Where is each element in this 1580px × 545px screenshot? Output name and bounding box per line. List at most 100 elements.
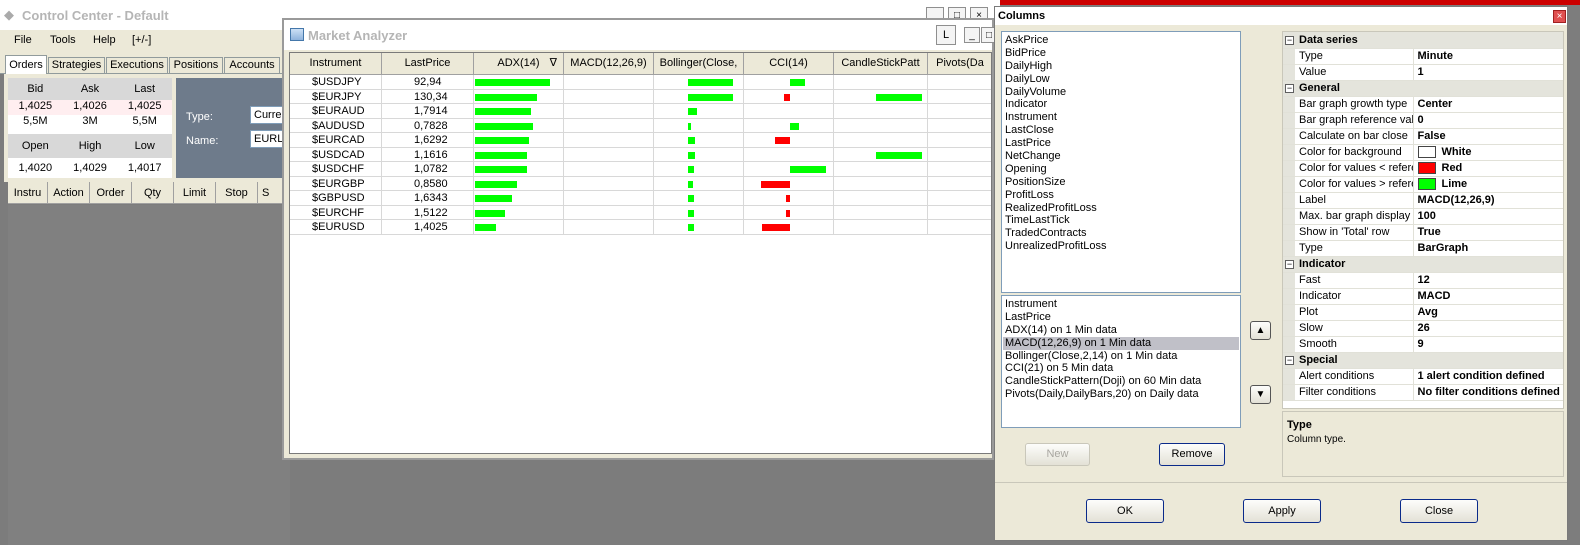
ma-minimize-button[interactable]: _ bbox=[964, 27, 980, 43]
tab-positions[interactable]: Positions bbox=[169, 57, 223, 74]
ma-header-col-cci[interactable]: CCI(14) bbox=[744, 53, 834, 75]
col-instrument[interactable]: Instru bbox=[8, 182, 48, 203]
columns-close-button[interactable]: × bbox=[1553, 10, 1566, 23]
property-value[interactable]: No filter conditions defined bbox=[1413, 384, 1563, 401]
ma-row[interactable]: $USDCAD 1,1616 bbox=[290, 147, 991, 162]
menu-file[interactable]: File bbox=[14, 34, 32, 46]
property-row[interactable]: Color for background White bbox=[1283, 144, 1563, 161]
columns-titlebar[interactable]: Columns × bbox=[995, 7, 1567, 25]
available-column-item[interactable]: TimeLastTick bbox=[1005, 214, 1237, 227]
property-row[interactable]: Color for values < referer Red bbox=[1283, 160, 1563, 177]
property-value[interactable]: Avg bbox=[1413, 304, 1563, 321]
property-row[interactable]: Color for values > referer Lime bbox=[1283, 176, 1563, 193]
selected-column-item[interactable]: Bollinger(Close,2,14) on 1 Min data bbox=[1003, 350, 1239, 363]
tab-strategies[interactable]: Strategies bbox=[48, 57, 105, 74]
ma-header-col-bollinger[interactable]: Bollinger(Close, bbox=[654, 53, 744, 75]
tab-orders[interactable]: Orders bbox=[5, 55, 47, 75]
ma-titlebar[interactable]: Market Analyzer L _ □ × bbox=[284, 20, 1014, 50]
available-column-item[interactable]: LastPrice bbox=[1005, 137, 1237, 150]
property-row[interactable]: Slow 26 bbox=[1283, 320, 1563, 337]
property-value[interactable]: 100 bbox=[1413, 208, 1563, 225]
available-column-item[interactable]: ProfitLoss bbox=[1005, 189, 1237, 202]
property-row[interactable]: Label MACD(12,26,9) bbox=[1283, 192, 1563, 209]
collapse-icon[interactable]: − bbox=[1285, 260, 1294, 269]
col-stop[interactable]: Stop bbox=[216, 182, 258, 203]
property-value[interactable]: False bbox=[1413, 128, 1563, 145]
property-value[interactable]: BarGraph bbox=[1413, 240, 1563, 257]
property-category[interactable]: − Data series bbox=[1283, 32, 1563, 49]
property-row[interactable]: Plot Avg bbox=[1283, 304, 1563, 321]
property-row[interactable]: Value 1 bbox=[1283, 64, 1563, 81]
property-row[interactable]: Indicator MACD bbox=[1283, 288, 1563, 305]
available-column-item[interactable]: TradedContracts bbox=[1005, 227, 1237, 240]
ma-header-col-pivots[interactable]: Pivots(Da bbox=[928, 53, 991, 75]
close-button[interactable]: Close bbox=[1400, 499, 1478, 523]
property-value[interactable]: 1 alert condition defined bbox=[1413, 368, 1563, 385]
property-value[interactable]: Red bbox=[1413, 160, 1563, 177]
available-column-item[interactable]: RealizedProfitLoss bbox=[1005, 202, 1237, 215]
ma-row[interactable]: $GBPUSD 1,6343 bbox=[290, 191, 991, 206]
ma-row[interactable]: $EURAUD 1,7914 bbox=[290, 104, 991, 119]
selected-column-item[interactable]: MACD(12,26,9) on 1 Min data bbox=[1003, 336, 1239, 350]
selected-columns-list[interactable]: Instrument LastPrice ADX(14) on 1 Min data… bbox=[1001, 295, 1241, 428]
ma-l-button[interactable]: L bbox=[936, 25, 956, 45]
collapse-icon[interactable]: − bbox=[1285, 35, 1294, 45]
property-value[interactable]: 12 bbox=[1413, 272, 1563, 289]
available-column-item[interactable]: PositionSize bbox=[1005, 176, 1237, 189]
available-column-item[interactable]: UnrealizedProfitLoss bbox=[1005, 240, 1237, 253]
selected-column-item[interactable]: LastPrice bbox=[1003, 311, 1239, 324]
ma-header-col-lastprice[interactable]: LastPrice bbox=[382, 53, 474, 75]
tab-accounts[interactable]: Accounts bbox=[224, 57, 280, 74]
menu-tools[interactable]: Tools bbox=[50, 34, 76, 46]
available-column-item[interactable]: Opening bbox=[1005, 163, 1237, 176]
ma-row[interactable]: $EURJPY 130,34 bbox=[290, 89, 991, 104]
property-row[interactable]: Calculate on bar close False bbox=[1283, 128, 1563, 145]
col-qty[interactable]: Qty bbox=[132, 182, 174, 203]
ma-row[interactable]: $EURCAD 1,6292 bbox=[290, 133, 991, 148]
ma-row[interactable]: $USDJPY 92,94 bbox=[290, 75, 991, 90]
property-value[interactable]: MACD bbox=[1413, 288, 1563, 305]
available-column-item[interactable]: BidPrice bbox=[1005, 47, 1237, 60]
property-row[interactable]: Filter conditions No filter conditions de… bbox=[1283, 384, 1563, 401]
property-value[interactable]: Lime bbox=[1413, 176, 1563, 193]
tab-executions[interactable]: Executions bbox=[106, 57, 168, 74]
ma-row[interactable]: $EURCHF 1,5122 bbox=[290, 205, 991, 220]
selected-column-item[interactable]: CCI(21) on 5 Min data bbox=[1003, 362, 1239, 375]
selected-column-item[interactable]: CandleStickPattern(Doji) on 60 Min data bbox=[1003, 375, 1239, 388]
property-row[interactable]: Type Minute bbox=[1283, 48, 1563, 65]
property-value[interactable]: 0 bbox=[1413, 112, 1563, 129]
remove-button[interactable]: Remove bbox=[1159, 443, 1225, 466]
property-row[interactable]: Bar graph reference valu 0 bbox=[1283, 112, 1563, 129]
property-value[interactable]: 26 bbox=[1413, 320, 1563, 337]
property-row[interactable]: Bar graph growth type Center bbox=[1283, 96, 1563, 113]
available-column-item[interactable]: Indicator bbox=[1005, 98, 1237, 111]
ma-header-col-instrument[interactable]: Instrument bbox=[290, 53, 382, 75]
property-category[interactable]: − Indicator bbox=[1283, 256, 1563, 273]
move-down-button[interactable]: ▼ bbox=[1250, 385, 1271, 404]
ok-button[interactable]: OK bbox=[1086, 499, 1164, 523]
property-value[interactable]: 1 bbox=[1413, 64, 1563, 81]
col-order[interactable]: Order bbox=[90, 182, 132, 203]
available-column-item[interactable]: AskPrice bbox=[1005, 34, 1237, 47]
property-row[interactable]: Type BarGraph bbox=[1283, 240, 1563, 257]
col-limit[interactable]: Limit bbox=[174, 182, 216, 203]
ma-row[interactable]: $EURGBP 0,8580 bbox=[290, 176, 991, 191]
available-column-item[interactable]: Instrument bbox=[1005, 111, 1237, 124]
ma-header-col-candlestick[interactable]: CandleStickPatt bbox=[834, 53, 928, 75]
ma-row[interactable]: $USDCHF 1,0782 bbox=[290, 162, 991, 177]
property-value[interactable]: Minute bbox=[1413, 48, 1563, 65]
selected-column-item[interactable]: ADX(14) on 1 Min data bbox=[1003, 324, 1239, 337]
available-column-item[interactable]: DailyHigh bbox=[1005, 60, 1237, 73]
property-value[interactable]: Center bbox=[1413, 96, 1563, 113]
selected-column-item[interactable]: Pivots(Daily,DailyBars,20) on Daily data bbox=[1003, 388, 1239, 401]
property-category[interactable]: − Special bbox=[1283, 352, 1563, 369]
property-value[interactable]: 9 bbox=[1413, 336, 1563, 353]
property-row[interactable]: Show in 'Total' row True bbox=[1283, 224, 1563, 241]
property-category[interactable]: − General bbox=[1283, 80, 1563, 97]
collapse-icon[interactable]: − bbox=[1285, 84, 1294, 93]
available-column-item[interactable]: NetChange bbox=[1005, 150, 1237, 163]
move-up-button[interactable]: ▲ bbox=[1250, 321, 1271, 340]
property-value[interactable]: MACD(12,26,9) bbox=[1413, 192, 1563, 209]
property-row[interactable]: Smooth 9 bbox=[1283, 336, 1563, 353]
apply-button[interactable]: Apply bbox=[1243, 499, 1321, 523]
